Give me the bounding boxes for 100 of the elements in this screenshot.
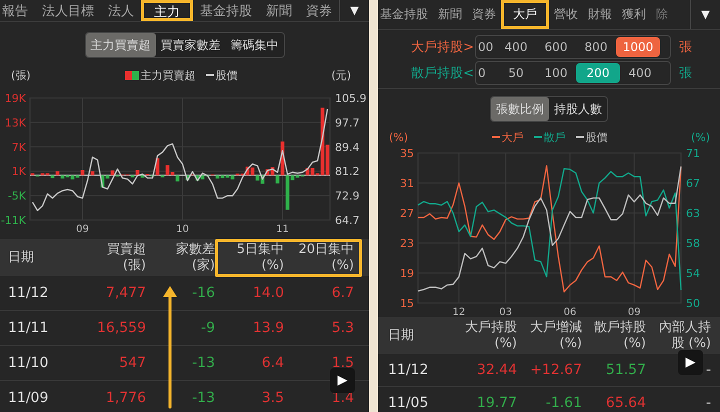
column-header: 5日集中 (%) [215, 239, 284, 277]
column-header: 內部人持 股 (%) [658, 318, 711, 352]
legend-label: 大戶 [502, 130, 524, 144]
table-cell: 11/12 [8, 285, 48, 301]
table-cell: - [706, 395, 711, 411]
tab[interactable]: 基金持股 [378, 0, 433, 29]
option-button[interactable]: 800 [576, 37, 616, 57]
tab[interactable]: 法人 [101, 0, 141, 21]
filter-label: 大戶持股> [410, 39, 474, 56]
legend-label: 主力買賣超 [140, 68, 196, 82]
table-cell: 6.4 [262, 355, 284, 371]
table-cell: 14.0 [252, 285, 284, 301]
option-button[interactable]: 00 [478, 37, 496, 57]
tab[interactable]: 大戶 [501, 0, 549, 29]
segment-button[interactable]: 買賣家數差 [156, 33, 226, 57]
axis-label: 58 [686, 237, 700, 250]
column-header: 買賣超 (張) [106, 241, 146, 275]
tab[interactable]: 新聞 [433, 0, 467, 29]
axis-label: 11 [276, 224, 289, 233]
segment-button[interactable]: 持股人數 [549, 97, 607, 121]
table-cell: -9 [201, 320, 215, 336]
option-button[interactable]: 50 [496, 63, 536, 83]
table-cell: 11/05 [388, 395, 428, 411]
option-button[interactable]: 100 [536, 63, 576, 83]
option-button[interactable]: 400 [496, 37, 536, 57]
table-cell: 13.9 [252, 320, 284, 336]
table-cell: 11/11 [8, 320, 48, 336]
option-button[interactable]: 400 [620, 63, 660, 83]
tab[interactable]: 法人目標 [35, 0, 101, 21]
axis-label: 7K [12, 140, 26, 154]
legend-label: 股價 [586, 130, 608, 144]
tab[interactable]: 營收 [549, 0, 583, 29]
option-button[interactable]: 0 [478, 63, 496, 83]
unit-label: 張 [679, 65, 692, 82]
table-cell: 5.3 [332, 320, 354, 336]
table-cell: 11/09 [8, 390, 48, 406]
table-cell: -16 [192, 285, 215, 301]
table-cell: 11/12 [388, 362, 428, 378]
table-cell: 547 [119, 355, 146, 371]
play-button[interactable]: ▶ [330, 368, 355, 393]
axis-label: -5K [8, 190, 26, 203]
table-cell: 6.7 [332, 285, 354, 301]
tab[interactable]: 獲利 [617, 0, 651, 29]
axis-label: 97.7 [335, 116, 360, 130]
axis-label: 03 [499, 307, 512, 317]
table-cell: 11/10 [8, 355, 48, 371]
tab[interactable]: 財報 [583, 0, 617, 29]
table-cell: 19.77 [476, 395, 517, 411]
tab[interactable]: 資券 [299, 0, 339, 21]
axis-label: 105.9 [335, 92, 366, 105]
play-button[interactable]: ▶ [678, 350, 703, 375]
table-cell: +12.67 [530, 362, 582, 378]
table-cell: 32.44 [476, 362, 517, 378]
column-header: 20日集中 (%) [284, 239, 362, 277]
column-header: 大戶增減 (%) [529, 318, 582, 352]
axis-label: 63 [686, 207, 700, 220]
tab[interactable]: 基金持股 [193, 0, 259, 21]
tab[interactable]: 資券 [467, 0, 501, 29]
legend-label: 股價 [216, 68, 238, 82]
unit-label: 張 [679, 39, 692, 56]
axis-label: 13K [4, 116, 26, 130]
axis-label: 71 [686, 147, 700, 160]
axis-unit: (張) [11, 68, 31, 82]
axis-label: 19K [4, 92, 26, 105]
axis-label: 23 [400, 237, 414, 250]
legend-label: 散戶 [544, 130, 566, 144]
tab[interactable]: 主力 [141, 0, 193, 21]
table-cell: 3.5 [262, 390, 284, 406]
column-header: 散戶持股 (%) [593, 318, 646, 352]
tab[interactable]: 新聞 [259, 0, 299, 21]
axis-label: 06 [564, 307, 576, 317]
axis-label: 64.7 [335, 214, 360, 227]
table-cell: 1,776 [106, 390, 146, 406]
table-cell: 7,477 [106, 285, 146, 301]
axis-label: 12 [452, 307, 466, 317]
segment-button[interactable]: 主力買賣超 [86, 33, 156, 57]
dropdown-button[interactable]: ▼ [339, 0, 369, 21]
axis-label: 67 [686, 177, 700, 190]
table-cell: -13 [192, 355, 215, 371]
axis-label: 81.2 [335, 165, 360, 178]
segment-button[interactable]: 張數比例 [491, 97, 549, 121]
option-button[interactable]: 600 [536, 37, 576, 57]
column-header: 家數差 (家) [175, 241, 215, 275]
table-cell: 1.5 [332, 355, 354, 371]
axis-label: 72.9 [335, 190, 360, 203]
axis-label: 1K [12, 165, 26, 178]
axis-label: 09 [628, 307, 641, 317]
axis-unit: (%) [690, 130, 710, 144]
axis-label: 31 [400, 177, 414, 190]
axis-unit: (元) [331, 68, 351, 82]
dropdown-button[interactable]: ▼ [690, 0, 720, 29]
axis-label: -11K [0, 214, 26, 227]
column-header: 大戶持股 (%) [464, 318, 517, 352]
axis-label: 54 [686, 267, 700, 280]
filter-label: 散戶持股< [410, 65, 474, 82]
axis-label: 09 [76, 224, 89, 233]
table-cell: - [706, 362, 711, 378]
column-header: 日期 [388, 326, 415, 344]
tab[interactable]: 報告 [0, 0, 35, 21]
segment-button[interactable]: 籌碼集中 [226, 33, 284, 57]
